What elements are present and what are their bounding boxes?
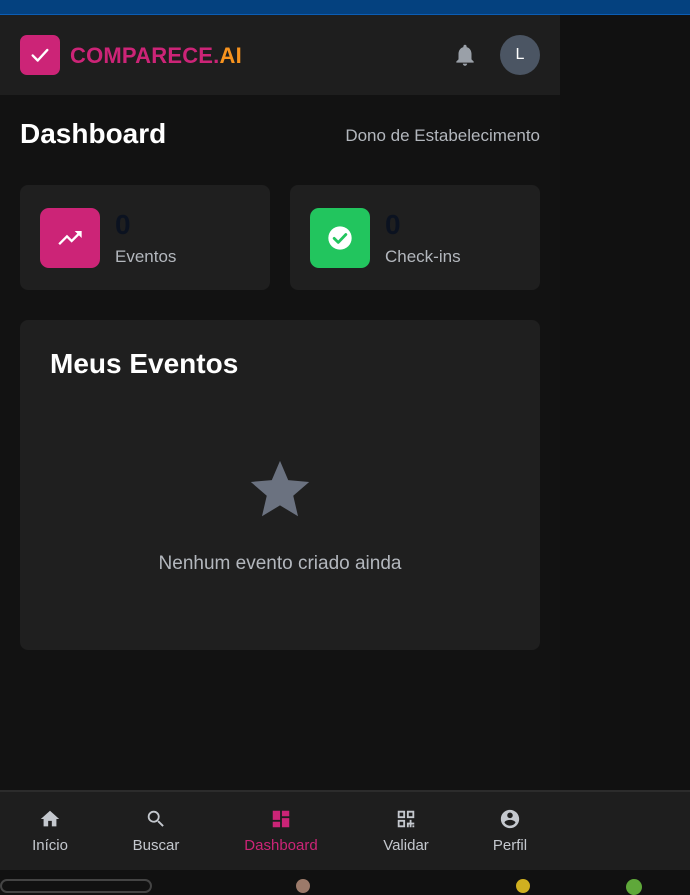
nav-item-perfil[interactable]: Perfil	[460, 808, 560, 854]
events-card: Meus Eventos Nenhum evento criado ainda	[20, 320, 540, 650]
empty-state-text: Nenhum evento criado ainda	[158, 553, 402, 574]
nav-label: Perfil	[492, 837, 528, 854]
qr-code-icon	[397, 810, 415, 828]
bottom-nav: Início Buscar Dashboard Validar Perfil	[0, 790, 690, 872]
taskbar-item	[296, 879, 310, 893]
taskbar-item	[626, 879, 642, 895]
app-container: COMPARECE.AI L Dashboard Dono de Estabel…	[0, 15, 560, 790]
bell-icon[interactable]	[452, 42, 478, 68]
nav-label: Validar	[383, 837, 429, 854]
browser-top-strip	[0, 0, 690, 15]
stat-card-checkins: 0 Check-ins	[290, 185, 540, 290]
star-icon	[250, 460, 310, 517]
stat-value: 0	[115, 209, 131, 240]
nav-label: Buscar	[132, 837, 180, 854]
check-circle-icon	[328, 226, 352, 250]
stat-icon-box	[310, 208, 370, 268]
user-role: Dono de Estabelecimento	[345, 126, 540, 145]
nav-item-inicio[interactable]: Início	[0, 808, 100, 854]
avatar-initial: L	[515, 46, 525, 63]
brand-name: COMPARECE.AI	[70, 43, 242, 69]
stat-label: Eventos	[115, 247, 177, 266]
dashboard-icon	[272, 810, 290, 828]
nav-item-buscar[interactable]: Buscar	[106, 808, 206, 854]
brand-name-part1: COMPARECE.	[70, 43, 220, 68]
account-circle-icon	[500, 809, 520, 829]
nav-item-dashboard[interactable]: Dashboard	[231, 808, 331, 854]
logo[interactable]	[20, 35, 60, 75]
avatar[interactable]: L	[500, 35, 540, 75]
brand-name-part2: AI	[219, 43, 242, 68]
taskbar-item	[0, 879, 152, 893]
check-icon	[31, 48, 49, 62]
home-icon	[40, 810, 60, 827]
nav-label: Início	[32, 837, 68, 854]
events-title: Meus Eventos	[50, 348, 239, 379]
trending-up-icon	[58, 231, 82, 245]
app-header: COMPARECE.AI L	[0, 15, 560, 95]
stat-card-eventos: 0 Eventos	[20, 185, 270, 290]
stat-icon-box	[40, 208, 100, 268]
page-title: Dashboard	[20, 118, 167, 149]
search-icon	[147, 810, 164, 827]
taskbar-item	[516, 879, 530, 893]
stat-label: Check-ins	[385, 247, 461, 266]
nav-item-validar[interactable]: Validar	[356, 808, 456, 854]
nav-label: Dashboard	[244, 837, 318, 854]
stat-value: 0	[385, 209, 401, 240]
